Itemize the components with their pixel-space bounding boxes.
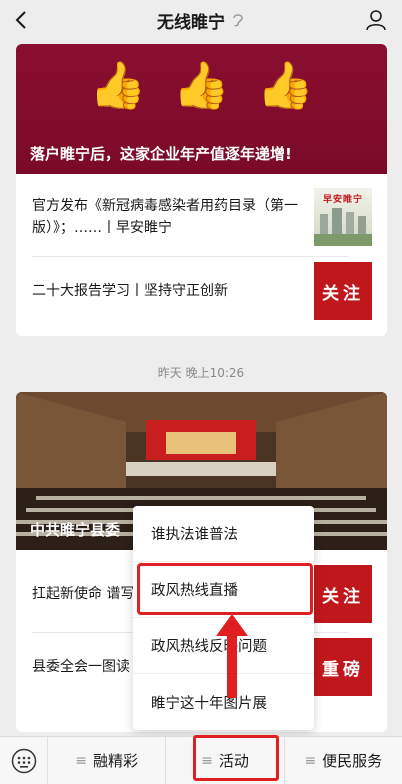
- submenu-item-law-popularization[interactable]: 谁执法谁普法: [133, 506, 314, 562]
- highlight-annotation: [137, 563, 313, 615]
- article-thumbnail: 关注: [314, 262, 372, 320]
- banner-title: 落户睢宁后，这家企业年产值逐年递增!: [30, 145, 292, 163]
- article-card: 👍 👍 👍 落户睢宁后，这家企业年产值逐年递增! 官方发布《新冠病毒感染者用药目…: [16, 44, 387, 336]
- menu-tab-services[interactable]: ≡ 便民服务: [285, 737, 402, 784]
- keyboard-icon: [11, 748, 36, 773]
- menu-tab-highlights[interactable]: ≡ 融精彩: [48, 736, 167, 784]
- tab-label: 融精彩: [93, 752, 139, 770]
- ear-icon: [233, 14, 243, 27]
- article-title: 官方发布《新冠病毒感染者用药目录（第一版）》；……丨早安睢宁: [32, 198, 298, 236]
- article-thumbnail: 关注: [314, 565, 372, 623]
- back-arrow-icon[interactable]: [10, 8, 34, 32]
- tab-label: 便民服务: [322, 752, 383, 770]
- menu-lines-icon: ≡: [75, 752, 88, 769]
- banner-title: 中共睢宁县委: [30, 521, 121, 539]
- article-list-item[interactable]: 官方发布《新冠病毒感染者用药目录（第一版）》；……丨早安睢宁 早安睢宁: [32, 188, 372, 246]
- article-list-item[interactable]: 二十大报告学习丨坚持守正创新 关注: [32, 262, 372, 320]
- top-nav-bar: 无线睢宁: [0, 0, 402, 40]
- title-group: 无线睢宁: [157, 8, 245, 33]
- keyboard-toggle-button[interactable]: [0, 736, 48, 784]
- page-title: 无线睢宁: [157, 12, 225, 33]
- thumbs-up-row: 👍 👍 👍: [16, 60, 387, 110]
- divider: [32, 256, 348, 257]
- featured-article-banner[interactable]: 👍 👍 👍 落户睢宁后，这家企业年产值逐年递增!: [16, 44, 387, 174]
- article-title: 二十大报告学习丨坚持守正创新: [32, 283, 228, 299]
- profile-icon[interactable]: [364, 8, 388, 32]
- thumbs-up-icon: 👍: [172, 58, 231, 112]
- message-timestamp: 昨天 晚上10:26: [157, 366, 245, 380]
- highlight-annotation: [193, 735, 279, 781]
- pointer-arrow-icon: [216, 614, 248, 698]
- thumbs-up-icon: 👍: [89, 58, 147, 112]
- article-thumbnail: 重磅: [314, 638, 372, 696]
- menu-lines-icon: ≡: [304, 752, 317, 769]
- article-thumbnail: 早安睢宁: [314, 188, 372, 246]
- thumbs-up-icon: 👍: [256, 58, 314, 112]
- cityscape-image: [314, 208, 372, 246]
